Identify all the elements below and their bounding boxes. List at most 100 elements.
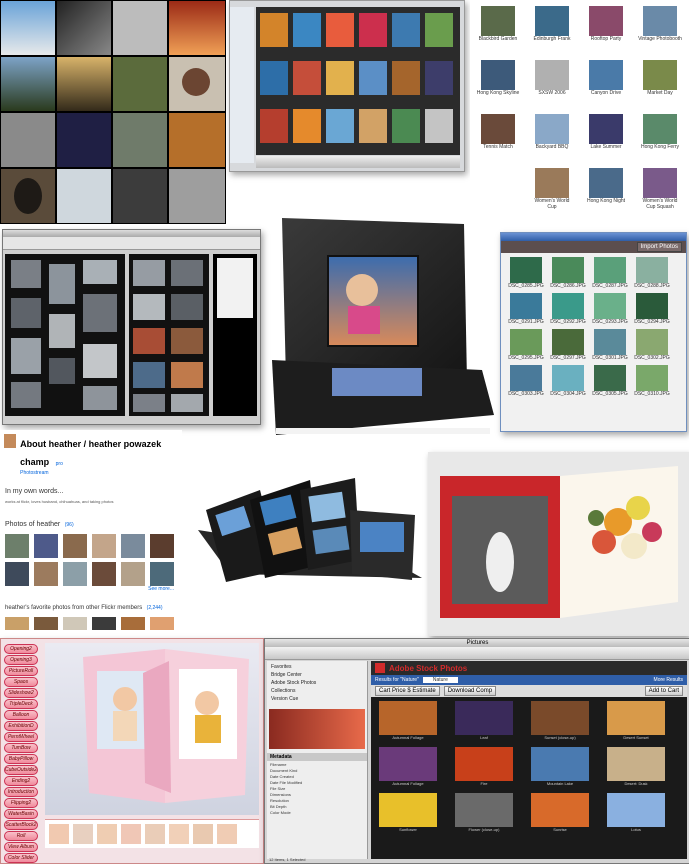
fave-thumb[interactable] (643, 6, 677, 36)
import-thumb[interactable] (594, 329, 626, 355)
stock-thumb[interactable] (379, 793, 437, 827)
import-thumb[interactable] (636, 329, 668, 355)
import-file-item[interactable]: DSC_0303.JPG (507, 365, 545, 397)
import-file-item[interactable]: DSC_0285.JPG (507, 257, 545, 289)
import-file-item[interactable]: DSC_0310.JPG (633, 365, 671, 397)
import-file-item[interactable]: DSC_0302.JPG (633, 329, 671, 361)
stock-thumb-item[interactable]: Autumnal Foliage (377, 747, 439, 787)
effect-button[interactable]: Roll (4, 831, 38, 841)
import-thumb[interactable] (510, 293, 542, 319)
fave-item[interactable]: Women's World Cup Squash (638, 168, 682, 210)
import-photos-button[interactable]: Import Photos (636, 242, 682, 252)
avatar[interactable] (4, 434, 17, 448)
stock-thumb-item[interactable]: Fire (453, 747, 515, 787)
more-results-link[interactable]: More Results (654, 677, 683, 683)
fave-item[interactable]: SXSW 2006 (530, 60, 574, 96)
import-file-item[interactable]: DSC_0294.JPG (633, 293, 671, 325)
effect-button[interactable]: Opening2 (4, 644, 38, 654)
fave-thumb[interactable] (589, 114, 623, 144)
import-file-item[interactable]: DSC_0291.JPG (507, 293, 545, 325)
photostream-link[interactable]: Photostream (20, 470, 182, 476)
import-thumb[interactable] (510, 365, 542, 391)
import-thumb[interactable] (594, 365, 626, 391)
effect-button[interactable]: Opening3 (4, 655, 38, 665)
fave-item[interactable]: Edinburgh Frank (530, 6, 574, 42)
fave-thumb[interactable] (535, 114, 569, 144)
search-input[interactable]: Nature (422, 677, 458, 683)
effect-button[interactable]: Balloon (4, 710, 38, 720)
import-thumb[interactable] (552, 293, 584, 319)
import-file-item[interactable]: DSC_0297.JPG (549, 329, 587, 361)
add-to-cart-button[interactable]: Add to Cart (644, 686, 683, 696)
import-file-item[interactable]: DSC_0301.JPG (591, 329, 629, 361)
effect-button[interactable]: WaterBasin (4, 809, 38, 819)
fave-item[interactable]: Hong Kong Ferry (638, 114, 682, 150)
effect-button[interactable]: BabyPillow (4, 754, 38, 764)
fave-thumb[interactable] (643, 168, 677, 198)
effect-button[interactable]: TripleDeck (4, 699, 38, 709)
effect-button[interactable]: PerntWheel (4, 732, 38, 742)
stock-thumb[interactable] (607, 747, 665, 781)
stock-thumb-item[interactable]: Desert: Dusk (605, 747, 667, 787)
stock-thumb[interactable] (531, 793, 589, 827)
fave-item[interactable]: Backyard BBQ (530, 114, 574, 150)
import-file-item[interactable]: DSC_0287.JPG (591, 257, 629, 289)
fave-thumb[interactable] (643, 60, 677, 90)
fave-thumb[interactable] (535, 168, 569, 198)
sidebar-item[interactable]: Version Cue (269, 695, 365, 703)
cart-price-button[interactable]: Cart Price $ Estimate (375, 686, 440, 696)
fave-thumb[interactable] (481, 114, 515, 144)
import-thumb[interactable] (510, 257, 542, 283)
stock-thumb[interactable] (455, 747, 513, 781)
fave-thumb[interactable] (589, 168, 623, 198)
fave-item[interactable]: Women's World Cup (530, 168, 574, 210)
import-thumb[interactable] (594, 257, 626, 283)
fave-thumb[interactable] (535, 60, 569, 90)
fave-item[interactable]: Tennis Match (476, 114, 520, 150)
fave-item[interactable]: Vintage Photobooth (638, 6, 682, 42)
stock-thumb-item[interactable]: Sunrise (529, 793, 591, 833)
stock-thumb[interactable] (531, 747, 589, 781)
fave-thumb[interactable] (589, 60, 623, 90)
fave-item[interactable]: Hong Kong Skyline (476, 60, 520, 96)
import-thumb[interactable] (636, 293, 668, 319)
import-file-item[interactable]: DSC_0286.JPG (549, 257, 587, 289)
stock-thumb[interactable] (379, 701, 437, 735)
fave-thumb[interactable] (481, 6, 515, 36)
stock-thumb[interactable] (379, 747, 437, 781)
effect-button[interactable]: ExhibitionD (4, 721, 38, 731)
effect-button[interactable]: ScatterBlock2 (4, 820, 38, 830)
effect-button[interactable]: Introduction (4, 787, 38, 797)
fave-thumb[interactable] (589, 6, 623, 36)
stock-thumb-item[interactable]: Mountain Lake (529, 747, 591, 787)
effect-button[interactable]: Slideshow2 (4, 688, 38, 698)
fave-item[interactable]: Rooftop Party (584, 6, 628, 42)
effect-button[interactable]: Spaos (4, 677, 38, 687)
fave-item[interactable]: Hong Kong Night (584, 168, 628, 204)
effect-button[interactable]: CubeOutside2 (4, 765, 38, 775)
fave-thumb[interactable] (535, 6, 569, 36)
stock-thumb[interactable] (607, 701, 665, 735)
see-more-link[interactable]: See more... (0, 586, 174, 592)
sidebar-item[interactable]: Bridge Center (269, 671, 365, 679)
import-thumb[interactable] (510, 329, 542, 355)
stock-thumb-item[interactable]: Desert Sunset (605, 701, 667, 741)
stock-thumb-item[interactable]: Flower (close-up) (453, 793, 515, 833)
fave-item[interactable]: Blackbird Garden (476, 6, 520, 42)
effect-button[interactable]: Ending2 (4, 776, 38, 786)
stock-thumb-item[interactable]: Autumnal Foliage (377, 701, 439, 741)
sidebar-item[interactable]: Adobe Stock Photos (269, 679, 365, 687)
stock-thumb-item[interactable]: Sunflower (377, 793, 439, 833)
stock-thumb[interactable] (455, 793, 513, 827)
fave-thumb[interactable] (643, 114, 677, 144)
import-thumb[interactable] (636, 257, 668, 283)
download-comp-button[interactable]: Download Comp (443, 686, 497, 696)
stock-thumb[interactable] (531, 701, 589, 735)
stock-thumb-item[interactable]: Sunset (close-up) (529, 701, 591, 741)
import-file-item[interactable]: DSC_0292.JPG (549, 293, 587, 325)
effect-button[interactable]: Flipping2 (4, 798, 38, 808)
effect-button[interactable]: View Album (4, 842, 38, 852)
import-file-item[interactable]: DSC_0288.JPG (633, 257, 671, 289)
stock-thumb-item[interactable]: Lotus (605, 793, 667, 833)
import-file-item[interactable]: DSC_0304.JPG (549, 365, 587, 397)
